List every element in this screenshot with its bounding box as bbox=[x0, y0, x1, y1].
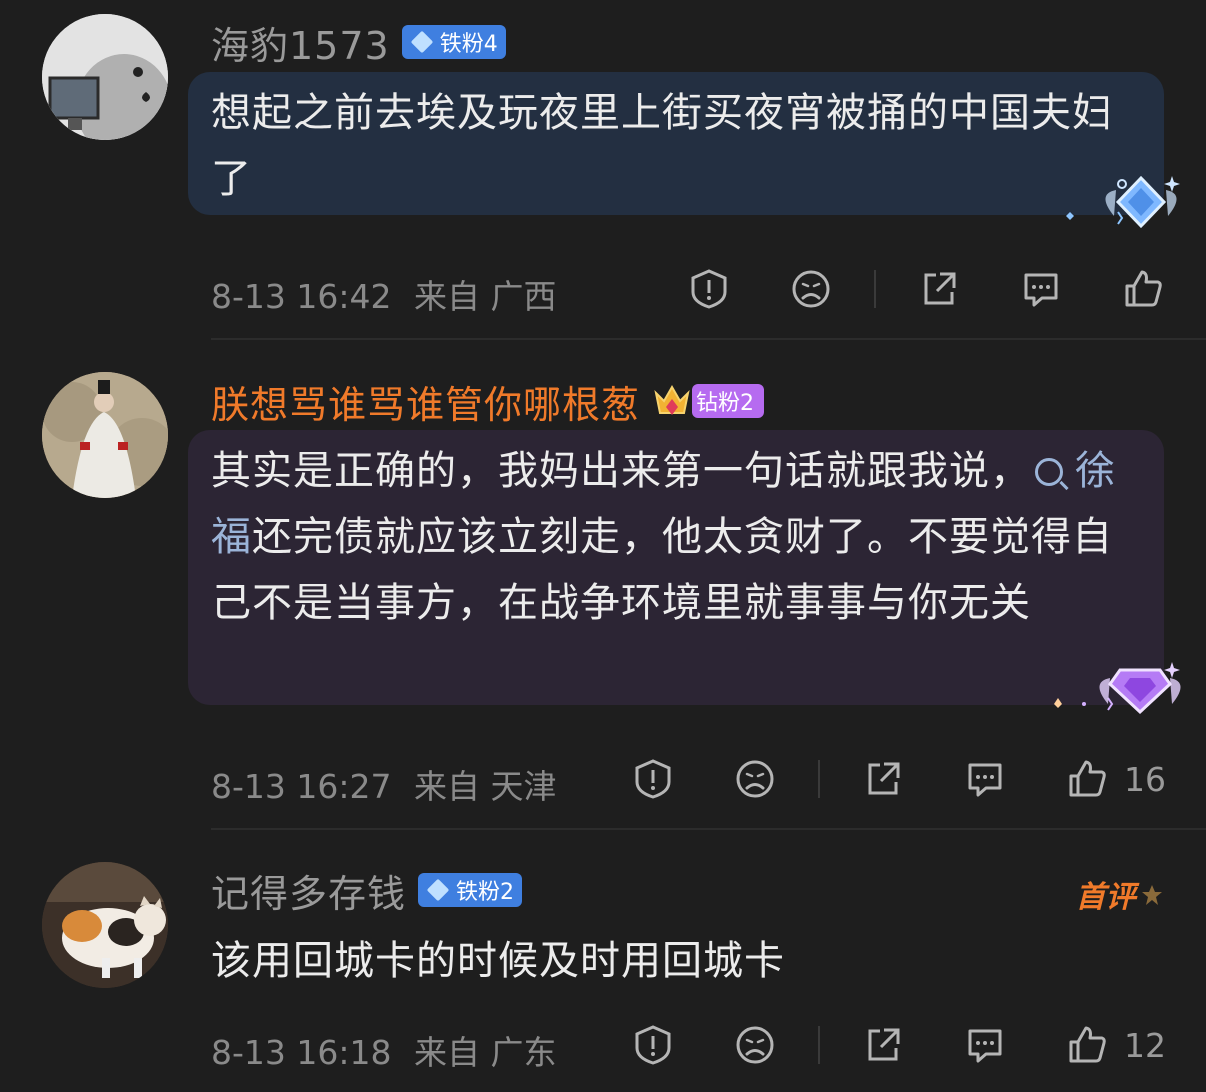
star-icon bbox=[1142, 885, 1162, 905]
dislike-icon[interactable] bbox=[788, 266, 834, 312]
share-icon[interactable] bbox=[916, 266, 962, 312]
avatar[interactable] bbox=[42, 862, 168, 988]
comment-meta: 8-13 16:27 来自 天津 bbox=[211, 760, 557, 808]
timestamp: 8-13 16:18 bbox=[211, 1033, 392, 1072]
comment-text[interactable]: 想起之前去埃及玩夜里上街买夜宵被捅的中国夫妇了 bbox=[211, 80, 1151, 212]
comment-text[interactable]: 其实是正确的，我妈出来第一句话就跟我说， 徐福还完债就应该立刻走，他太贪财了。不要… bbox=[211, 438, 1151, 636]
report-icon[interactable] bbox=[630, 1022, 676, 1068]
comment-text-part: 其实是正确的，我妈出来第一句话就跟我说， bbox=[211, 448, 1031, 494]
fan-badge[interactable]: 铁粉4 bbox=[401, 25, 506, 59]
comment-meta: 8-13 16:42 来自 广西 bbox=[211, 270, 557, 318]
username[interactable]: 海豹1573 bbox=[211, 15, 390, 70]
action-bar: 12 bbox=[630, 1022, 1166, 1068]
timestamp: 8-13 16:27 bbox=[211, 767, 392, 806]
comment-item: 记得多存钱 铁粉2 首评 该用回城卡的时候及时用回城卡 8-13 16:18 来… bbox=[0, 830, 1206, 1092]
like-icon[interactable] bbox=[1064, 1022, 1110, 1068]
location: 来自 广西 bbox=[414, 277, 557, 316]
like-icon[interactable] bbox=[1064, 756, 1110, 802]
share-icon[interactable] bbox=[860, 756, 906, 802]
comment-text[interactable]: 该用回城卡的时候及时用回城卡 bbox=[211, 928, 1166, 994]
search-icon bbox=[1035, 458, 1063, 486]
avatar[interactable] bbox=[42, 14, 168, 140]
location: 来自 天津 bbox=[414, 767, 557, 806]
comment-item: 海豹1573 铁粉4 想起之前去埃及玩夜里上街买夜宵被捅的中国夫妇了 8-13 … bbox=[0, 0, 1206, 340]
first-comment-label: 首评 bbox=[1075, 880, 1136, 915]
comment-header: 记得多存钱 铁粉2 bbox=[211, 863, 523, 918]
location: 来自 广东 bbox=[414, 1033, 557, 1072]
username[interactable]: 朕想骂谁骂谁管你哪根葱 bbox=[211, 374, 640, 429]
dislike-icon[interactable] bbox=[732, 756, 778, 802]
diamond-icon bbox=[410, 30, 434, 54]
like-count: 16 bbox=[1124, 759, 1166, 799]
fan-badge-label: 铁粉4 bbox=[439, 32, 498, 57]
divider bbox=[874, 270, 876, 308]
username[interactable]: 记得多存钱 bbox=[211, 863, 406, 918]
comment-header: 海豹1573 铁粉4 bbox=[211, 15, 506, 70]
reply-icon[interactable] bbox=[1018, 266, 1064, 312]
like-icon[interactable] bbox=[1120, 266, 1166, 312]
comment-header: 朕想骂谁骂谁管你哪根葱 钻粉2 bbox=[211, 374, 765, 429]
fan-badge[interactable]: 钻粉2 bbox=[692, 384, 765, 418]
bubble-decoration-icon bbox=[1054, 662, 1181, 715]
bubble-decoration-icon bbox=[1066, 175, 1180, 229]
share-icon[interactable] bbox=[860, 1022, 906, 1068]
dislike-icon[interactable] bbox=[732, 1022, 778, 1068]
diamond-icon bbox=[426, 878, 450, 902]
divider bbox=[818, 760, 820, 798]
crown-icon bbox=[652, 383, 692, 419]
fan-badge-label: 铁粉2 bbox=[456, 880, 515, 905]
reply-icon[interactable] bbox=[962, 1022, 1008, 1068]
reply-icon[interactable] bbox=[962, 756, 1008, 802]
first-comment-tag: 首评 bbox=[1076, 872, 1164, 916]
report-icon[interactable] bbox=[686, 266, 732, 312]
report-icon[interactable] bbox=[630, 756, 676, 802]
comment-item: 朕想骂谁骂谁管你哪根葱 钻粉2 其实是正确的，我妈出来第一句话就跟我说， 徐福还完… bbox=[0, 340, 1206, 830]
comment-text-part: 还完债就应该立刻走，他太贪财了。不要觉得自己不是当事方，在战争环境里就事事与你无… bbox=[211, 514, 1113, 626]
timestamp: 8-13 16:42 bbox=[211, 277, 392, 316]
like-count: 12 bbox=[1124, 1025, 1166, 1065]
comment-meta: 8-13 16:18 来自 广东 bbox=[211, 1026, 557, 1074]
avatar[interactable] bbox=[42, 372, 168, 498]
action-bar bbox=[686, 266, 1166, 312]
action-bar: 16 bbox=[630, 756, 1166, 802]
divider bbox=[818, 1026, 820, 1064]
fan-badge-label: 钻粉2 bbox=[696, 391, 755, 416]
fan-badge[interactable]: 铁粉2 bbox=[418, 873, 523, 907]
